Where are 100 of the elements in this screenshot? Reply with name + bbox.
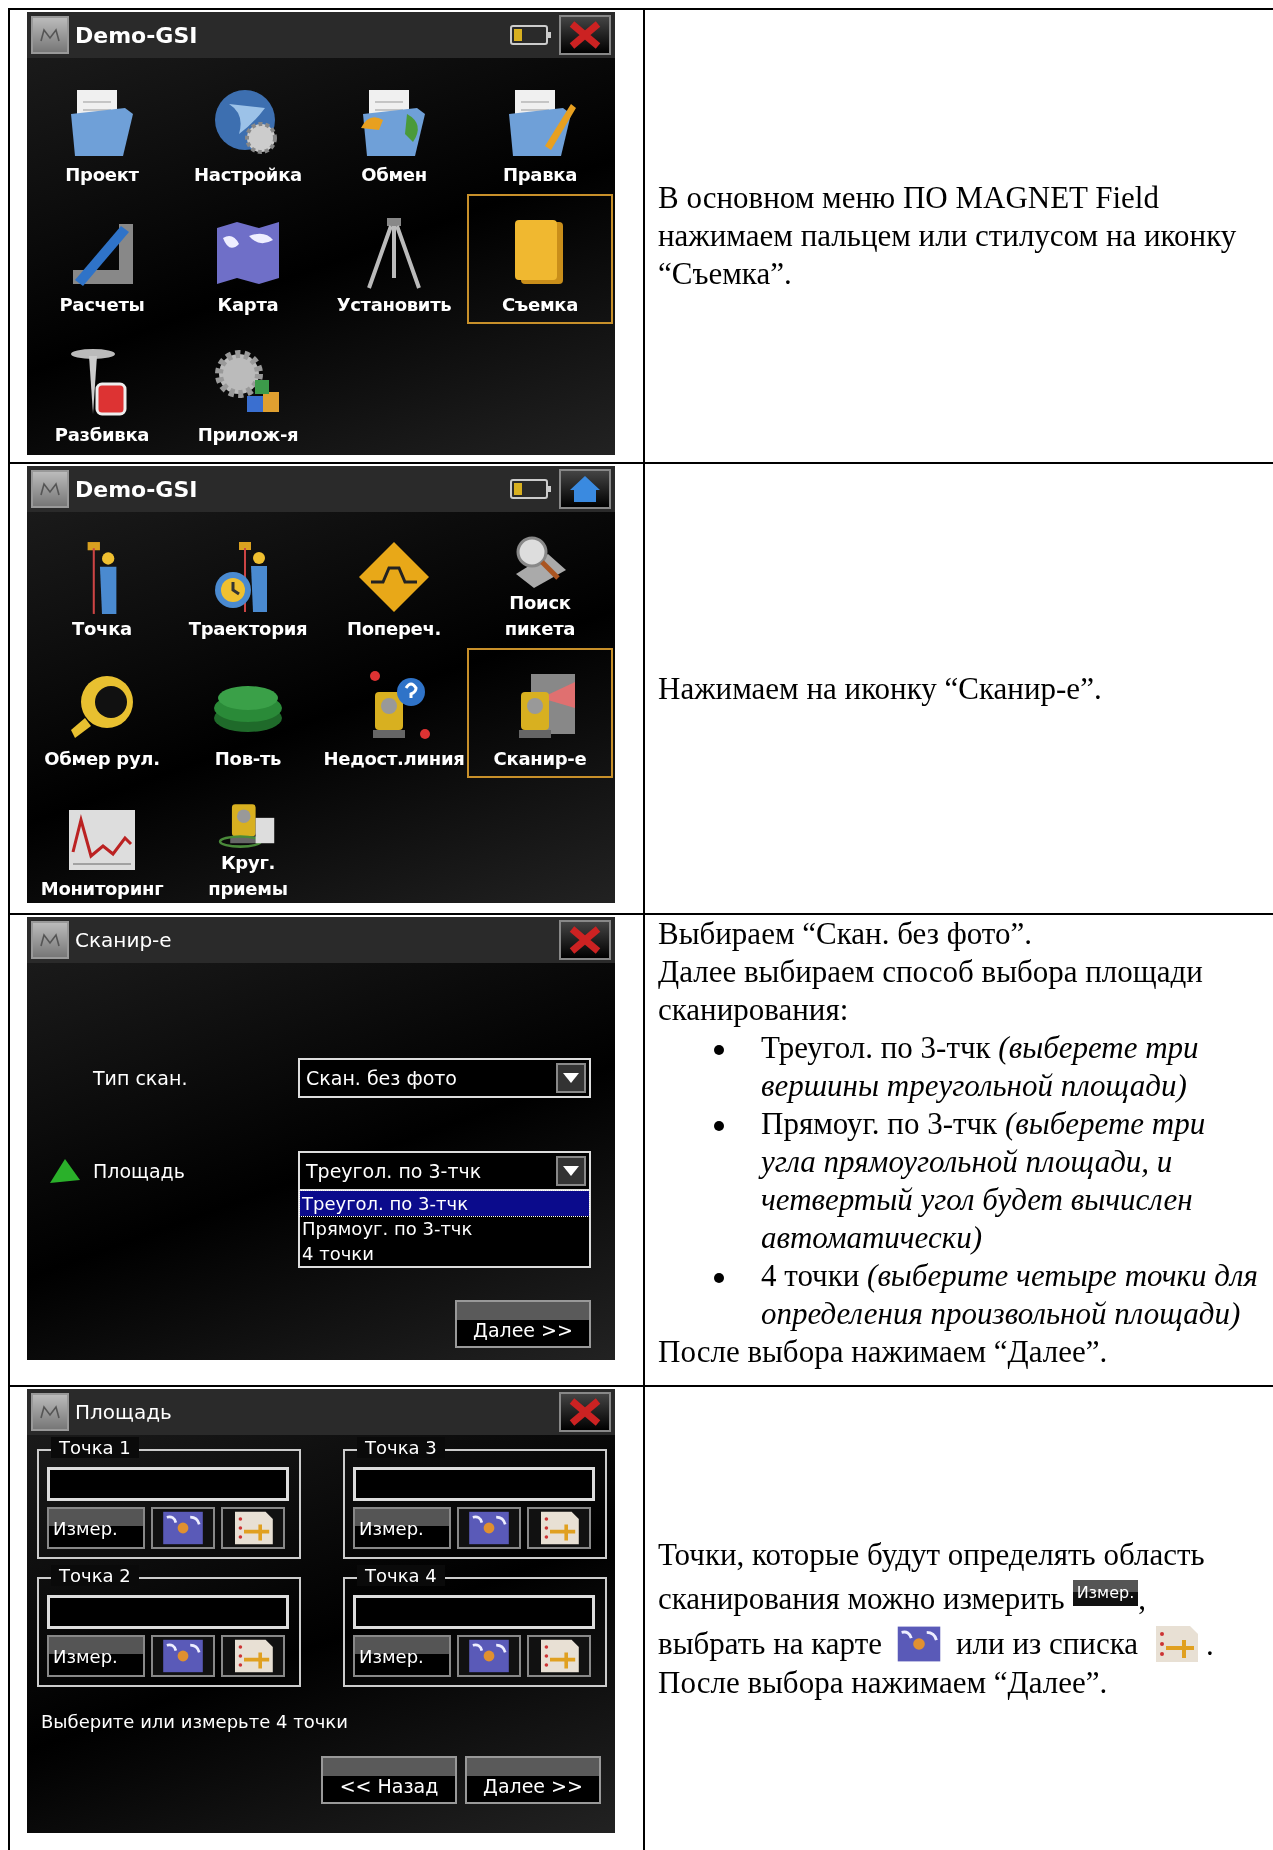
dropdown-option[interactable]: Треугол. по 3-тчк xyxy=(300,1191,589,1216)
dropdown-option[interactable]: Прямоуг. по 3-тчк xyxy=(300,1216,589,1241)
menu-tile[interactable]: Сканир-е xyxy=(467,648,613,778)
m-icon xyxy=(39,1405,61,1419)
tile-label: Точка xyxy=(72,617,132,641)
nav-button[interactable]: Далее >> xyxy=(455,1300,591,1348)
description-text: После выбора нажимаем “Далее”. xyxy=(658,1663,1109,1702)
caret-icon xyxy=(562,1072,580,1084)
menu-tile[interactable]: Правка xyxy=(467,64,613,194)
map-button[interactable] xyxy=(151,1635,215,1677)
menu-tile[interactable]: Проект xyxy=(29,64,175,194)
description-text: Выбираем “Скан. без фото”. xyxy=(658,915,1033,953)
description-text: . xyxy=(1206,1625,1214,1664)
description-text: Нажимаем на иконку “Сканир-е”. xyxy=(658,669,1103,708)
tile-label: Прилож-я xyxy=(197,423,299,447)
bullet-icon xyxy=(714,1121,724,1131)
home-button[interactable] xyxy=(559,469,611,509)
caret-icon xyxy=(562,1165,580,1177)
menu-tile[interactable]: Прилож-я xyxy=(175,324,321,454)
measure-button[interactable]: Измер. xyxy=(353,1635,451,1677)
tile-label: Обмер рул. xyxy=(44,747,160,771)
dropdown[interactable]: Скан. без фото xyxy=(298,1058,591,1098)
description-text: , xyxy=(1138,1579,1146,1618)
bullet-icon xyxy=(714,1045,724,1055)
measure-button-image: Измер. xyxy=(1072,1579,1139,1606)
close-icon xyxy=(568,1397,602,1427)
tile-label: Поиск пикета xyxy=(504,591,576,641)
measure-button[interactable]: Измер. xyxy=(47,1635,145,1677)
list-button[interactable] xyxy=(527,1507,591,1549)
window-title: Demo-GSI xyxy=(75,476,199,502)
point-input-field[interactable] xyxy=(47,1595,289,1629)
menu-tile[interactable]: Установить xyxy=(321,194,467,324)
map-button[interactable] xyxy=(457,1635,521,1677)
field-label: Тип скан. xyxy=(93,1067,188,1089)
menu-button[interactable] xyxy=(31,921,69,959)
menu-button[interactable] xyxy=(31,16,69,54)
tile-label: Съемка xyxy=(501,293,579,317)
bullet-icon xyxy=(714,1273,724,1283)
menu-tile[interactable]: Разбивка xyxy=(29,324,175,454)
menu-tile[interactable]: Точка xyxy=(29,518,175,648)
tile-label: Пов-ть xyxy=(214,747,282,771)
group-label: Точка 1 xyxy=(51,1437,139,1458)
group-label: Точка 2 xyxy=(51,1565,139,1586)
close-button[interactable] xyxy=(559,920,611,960)
description-text: Далее выбираем способ выбора площади сканирования: xyxy=(658,953,1204,1029)
measure-button[interactable]: Измер. xyxy=(47,1507,145,1549)
tile-label: Настройка xyxy=(194,163,302,187)
nav-button[interactable]: << Назад xyxy=(321,1756,457,1804)
close-icon xyxy=(568,925,602,955)
menu-tile[interactable]: Пов-ть xyxy=(175,648,321,778)
nav-button[interactable]: Далее >> xyxy=(465,1756,601,1804)
surveyor-icon xyxy=(85,540,119,616)
list-button[interactable] xyxy=(221,1635,285,1677)
window-title: Площадь xyxy=(75,1400,173,1424)
menu-tile[interactable]: Попереч. xyxy=(321,518,467,648)
menu-tile[interactable]: Поиск пикета xyxy=(467,518,613,648)
menu-tile[interactable]: Обмер рул. xyxy=(29,648,175,778)
battery-icon xyxy=(509,477,553,501)
menu-button[interactable] xyxy=(31,470,69,508)
battery-icon xyxy=(509,23,553,47)
tile-label: Расчеты xyxy=(59,293,145,317)
point-input-field[interactable] xyxy=(353,1467,595,1501)
hint-text: Выберите или измерьте 4 точки xyxy=(40,1710,349,1732)
menu-tile[interactable]: Мониторинг xyxy=(29,778,175,903)
menu-tile[interactable]: Круг. приемы xyxy=(175,778,321,903)
menu-tile[interactable]: Расчеты xyxy=(29,194,175,324)
tile-label: Обмен xyxy=(361,163,427,187)
menu-tile[interactable]: Съемка xyxy=(467,194,613,324)
menu-tile[interactable]: Карта xyxy=(175,194,321,324)
menu-tile[interactable]: Настройка xyxy=(175,64,321,194)
dropdown[interactable]: Треугол. по 3-тчк xyxy=(298,1151,591,1191)
menu-tile[interactable]: Траектория xyxy=(175,518,321,648)
menu-button[interactable] xyxy=(31,1393,69,1431)
tile-label: Проект xyxy=(65,163,139,187)
tile-label: Недост.линия xyxy=(323,747,465,771)
map-button[interactable] xyxy=(151,1507,215,1549)
m-icon xyxy=(39,933,61,947)
list-button[interactable] xyxy=(221,1507,285,1549)
tile-label: Мониторинг xyxy=(40,877,164,901)
point-input-field[interactable] xyxy=(353,1595,595,1629)
point-input-field[interactable] xyxy=(47,1467,289,1501)
m-icon xyxy=(39,28,61,42)
description-text: или из списка xyxy=(956,1624,1139,1663)
list-item-text: 4 точки (выберите четыре точки для определения произвольной площади) xyxy=(761,1257,1259,1333)
window-title: Сканир-е xyxy=(75,928,173,952)
tile-label: Траектория xyxy=(188,617,308,641)
list-button[interactable] xyxy=(527,1635,591,1677)
tile-label: Попереч. xyxy=(347,617,441,641)
window-title: Demo-GSI xyxy=(75,22,199,48)
close-button[interactable] xyxy=(559,15,611,55)
description-text: выбрать на карте xyxy=(658,1624,882,1663)
dropdown-option[interactable]: 4 точки xyxy=(300,1241,589,1266)
menu-tile[interactable]: Обмен xyxy=(321,64,467,194)
menu-tile[interactable]: Недост.линия xyxy=(321,648,467,778)
field-label: Площадь xyxy=(93,1160,185,1182)
close-icon xyxy=(568,20,602,50)
tile-label: Установить xyxy=(336,293,452,317)
close-button[interactable] xyxy=(559,1392,611,1432)
map-button[interactable] xyxy=(457,1507,521,1549)
measure-button[interactable]: Измер. xyxy=(353,1507,451,1549)
